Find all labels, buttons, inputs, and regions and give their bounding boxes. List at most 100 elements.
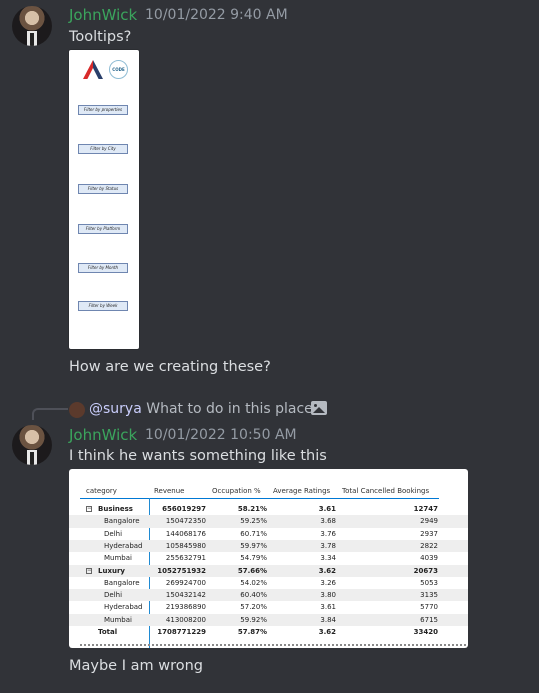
- row-city: Mumbai: [104, 615, 132, 624]
- collapse-icon: −: [86, 505, 93, 512]
- row-cancelled: 2822: [420, 541, 438, 550]
- username[interactable]: JohnWick: [69, 6, 137, 24]
- row-occupation: 57.87%: [237, 628, 267, 636]
- row-city: Delhi: [104, 529, 123, 538]
- row-rating: 3.76: [320, 529, 336, 538]
- row-cancelled: 5053: [420, 578, 438, 587]
- table-row: Mumbai 255632791 54.79% 3.34 4039: [69, 552, 468, 564]
- logo-a-icon: [83, 60, 103, 79]
- row-rating: 3.61: [320, 603, 336, 612]
- row-revenue: 1052751932: [157, 566, 206, 575]
- row-city: Hyderabad: [104, 603, 143, 612]
- row-revenue: 144068176: [165, 529, 206, 538]
- avatar[interactable]: [12, 6, 52, 46]
- reply-connector: [32, 408, 68, 420]
- reply-preview[interactable]: @surya What to do in this place: [89, 401, 313, 417]
- header-cell: Revenue: [154, 487, 185, 495]
- row-rating: 3.34: [320, 554, 336, 563]
- header-cell: category: [86, 487, 117, 495]
- table-row: − Luxury 1052751932 57.66% 3.62 20673: [69, 564, 468, 577]
- filter-button: Filter by Month: [78, 263, 128, 273]
- reply-text: What to do in this place: [146, 401, 313, 417]
- row-cancelled: 6715: [420, 615, 438, 624]
- table-header: category Revenue Occupation % Average Ra…: [69, 485, 468, 497]
- row-cancelled: 5770: [420, 603, 438, 612]
- row-city: Hyderabad: [104, 541, 143, 550]
- row-occupation: 54.79%: [240, 554, 267, 563]
- image-icon: [311, 401, 327, 415]
- row-revenue: 150472350: [165, 517, 206, 526]
- row-rating: 3.26: [320, 578, 336, 587]
- row-occupation: 57.66%: [237, 566, 267, 575]
- filter-button: Filter by City: [78, 144, 128, 154]
- table-row: Delhi 150432142 60.40% 3.80 3135: [69, 589, 468, 602]
- row-occupation: 59.92%: [240, 615, 267, 624]
- reply-avatar[interactable]: [69, 402, 85, 418]
- row-city: Bangalore: [104, 578, 140, 587]
- avatar[interactable]: [12, 425, 52, 465]
- row-revenue: 269924700: [165, 578, 206, 587]
- avatar-tie: [30, 452, 34, 465]
- row-cancelled: 3135: [420, 591, 438, 600]
- row-revenue: 105845980: [165, 541, 206, 550]
- row-revenue: 150432142: [165, 591, 206, 600]
- image-attachment-table[interactable]: category Revenue Occupation % Average Ra…: [69, 469, 468, 648]
- table-row: − Business 656019297 58.21% 3.61 12747: [69, 503, 468, 515]
- table-total-row: Total 1708771229 57.87% 3.62 33420: [69, 626, 468, 638]
- message-text: Tooltips?: [69, 29, 132, 45]
- row-cancelled: 33420: [413, 628, 438, 636]
- row-rating: 3.62: [318, 628, 336, 636]
- header-cell: Average Ratings: [273, 487, 331, 495]
- reply-mention[interactable]: @surya: [89, 401, 142, 417]
- header-cell: Total Cancelled Bookings: [342, 487, 430, 495]
- row-occupation: 54.02%: [240, 578, 267, 587]
- message-text: How are we creating these?: [69, 359, 271, 375]
- row-city: Mumbai: [104, 554, 132, 563]
- table-row: Mumbai 413008200 59.92% 3.84 6715: [69, 613, 468, 626]
- row-occupation: 60.71%: [240, 529, 267, 538]
- avatar-tie: [30, 33, 34, 46]
- row-occupation: 58.21%: [237, 505, 267, 513]
- table-row: Hyderabad 105845980 59.97% 3.78 2822: [69, 539, 468, 553]
- row-city: Bangalore: [104, 517, 140, 526]
- row-rating: 3.62: [318, 566, 336, 575]
- row-rating: 3.61: [318, 505, 336, 513]
- filter-button: Filter by Platform: [78, 224, 128, 234]
- row-occupation: 57.20%: [240, 603, 267, 612]
- message-text: I think he wants something like this: [69, 448, 327, 464]
- row-cancelled: 4039: [420, 554, 438, 563]
- image-attachment-tooltips[interactable]: CODE Filter by properties Filter by City…: [69, 50, 139, 349]
- filter-button: Filter by Week: [78, 301, 128, 311]
- row-rating: 3.78: [320, 541, 336, 550]
- table-row: Bangalore 150472350 59.25% 3.68 2949: [69, 515, 468, 528]
- username[interactable]: JohnWick: [69, 426, 137, 444]
- row-revenue: 255632791: [165, 554, 206, 563]
- logo-code-icon: CODE: [109, 60, 128, 79]
- collapse-icon: −: [86, 566, 93, 574]
- row-occupation: 59.97%: [240, 541, 267, 550]
- row-rating: 3.68: [320, 517, 336, 526]
- row-revenue: 656019297: [162, 505, 206, 513]
- message-timestamp[interactable]: 10/01/2022 10:50 AM: [145, 427, 297, 443]
- row-revenue: 1708771229: [157, 628, 206, 636]
- row-rating: 3.80: [320, 591, 336, 600]
- header-cell: Occupation %: [212, 487, 261, 495]
- table-row: Bangalore 269924700 54.02% 3.26 5053: [69, 577, 468, 589]
- row-category: Business: [98, 505, 133, 513]
- row-revenue: 413008200: [165, 615, 206, 624]
- table-row: Hyderabad 219386890 57.20% 3.61 5770: [69, 601, 468, 613]
- row-revenue: 219386890: [165, 603, 206, 612]
- row-rating: 3.84: [320, 615, 336, 624]
- row-cancelled: 2937: [420, 529, 438, 538]
- message-timestamp[interactable]: 10/01/2022 9:40 AM: [145, 7, 288, 23]
- filter-button: Filter by properties: [78, 105, 128, 115]
- filter-button: Filter by Status: [78, 184, 128, 194]
- table-row: Delhi 144068176 60.71% 3.76 2937: [69, 528, 468, 540]
- row-cancelled: 2949: [420, 517, 438, 526]
- row-city: Delhi: [104, 591, 123, 600]
- row-occupation: 60.40%: [240, 591, 267, 600]
- row-total-label: Total: [98, 628, 118, 636]
- row-category: Luxury: [98, 566, 125, 575]
- message-text: Maybe I am wrong: [69, 658, 203, 674]
- row-occupation: 59.25%: [240, 517, 267, 526]
